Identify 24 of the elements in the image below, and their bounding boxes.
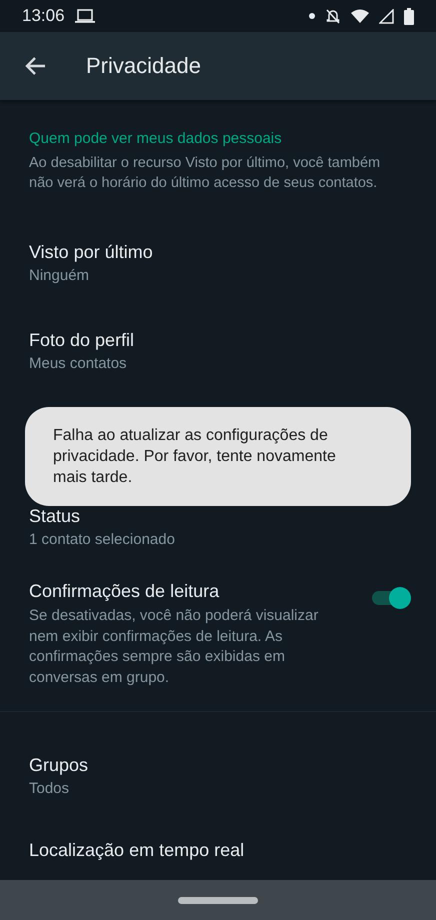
home-indicator[interactable]	[178, 896, 258, 904]
setting-title: Confirmações de leitura	[29, 581, 220, 602]
setting-title: Foto do perfil	[29, 330, 136, 351]
back-arrow-icon	[24, 56, 46, 76]
setting-description: Se desativadas, você não poderá visualizar nem exibir confirmações de leitura. As confirmações sempre são exibidas em conversas em grupo.	[29, 606, 319, 688]
wifi-icon	[351, 9, 369, 23]
section-header: Quem pode ver meus dados pessoais	[29, 130, 283, 147]
setting-value: Ninguém	[29, 267, 90, 284]
setting-title: Localização em tempo real	[29, 840, 246, 860]
setting-value: 1 contato selecionado	[29, 531, 176, 548]
status-time: 13:06	[22, 6, 65, 26]
setting-value: Todos	[29, 780, 70, 797]
setting-value: Meus contatos	[29, 355, 128, 372]
signal-icon	[379, 8, 394, 24]
setting-title: Grupos	[29, 755, 90, 776]
screen-title: Privacidade	[86, 53, 201, 79]
setting-title: Status	[29, 506, 82, 527]
section-description: Ao desabilitar o recurso Visto por último, você também não verá o horário do último acesso de seus contatos.	[29, 154, 382, 193]
dot-icon	[309, 13, 315, 19]
toast-message: Falha ao atualizar as configurações de privacidade. Por favor, tente novamente mais tarde.	[25, 407, 411, 506]
bell-off-icon	[325, 8, 341, 24]
battery-icon	[404, 8, 414, 24]
laptop-icon	[74, 9, 95, 23]
setting-title: Visto por último	[29, 242, 154, 263]
